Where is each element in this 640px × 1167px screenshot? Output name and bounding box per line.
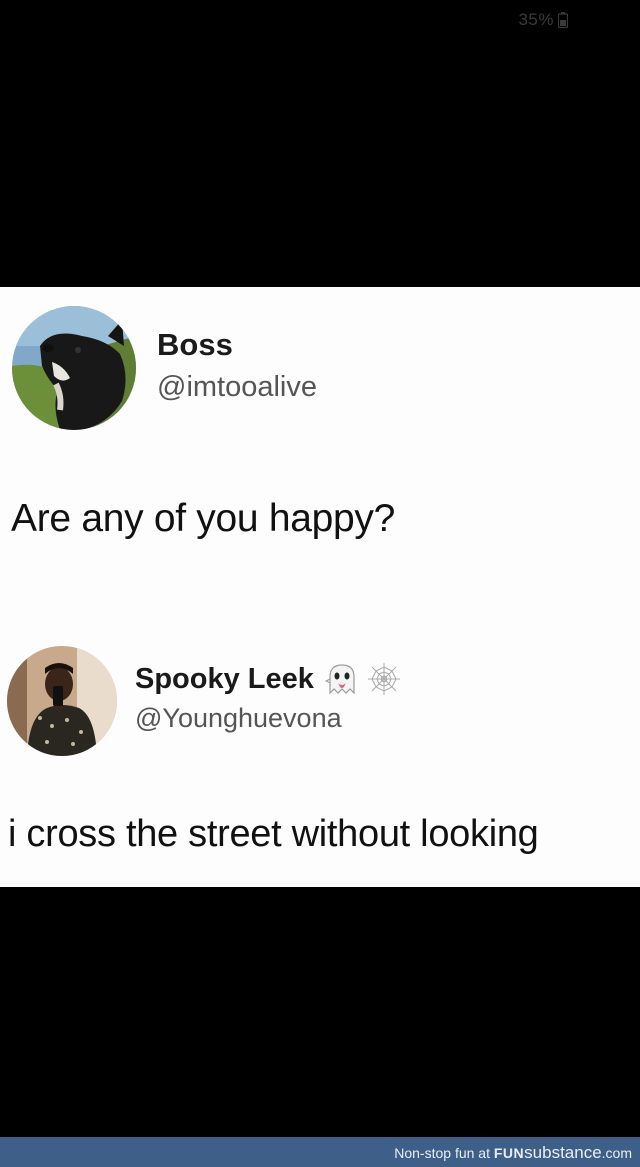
screenshot-page: 35% Boss @imtooalive Are any of you happ… [0, 0, 640, 1167]
display-name[interactable]: Spooky Leek [135, 661, 402, 697]
display-name-text: Spooky Leek [135, 662, 314, 695]
spider-web-icon [366, 661, 402, 697]
tweet-text: i cross the street without looking [8, 813, 539, 855]
dog-avatar[interactable] [12, 306, 136, 430]
watermark-brand-main: substance [524, 1143, 602, 1162]
display-name[interactable]: Boss [157, 327, 233, 363]
status-bar: 35% [518, 8, 568, 32]
tweet-card: Boss @imtooalive Are any of you happy? S… [0, 287, 640, 887]
battery-percent: 35% [518, 10, 554, 29]
person-selfie-avatar[interactable] [7, 646, 117, 756]
watermark-brand-prefix: FUN [493, 1145, 525, 1161]
watermark-brand-suffix: .com [601, 1145, 632, 1161]
watermark-text[interactable]: Non-stop fun at FUNsubstance.com [394, 1143, 632, 1163]
battery-icon [558, 12, 568, 28]
user-handle[interactable]: @imtooalive [157, 371, 317, 404]
ghost-icon [322, 661, 358, 697]
tweet-text: Are any of you happy? [11, 497, 395, 540]
watermark-tagline: Non-stop fun at [394, 1145, 494, 1161]
watermark-footer: Non-stop fun at FUNsubstance.com [0, 1137, 640, 1167]
user-handle[interactable]: @Younghuevona [135, 703, 342, 734]
